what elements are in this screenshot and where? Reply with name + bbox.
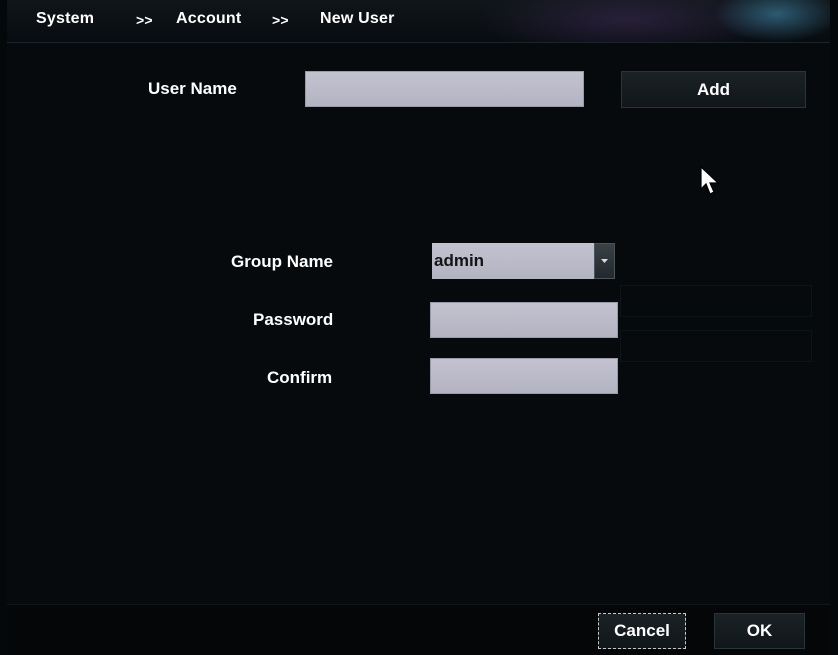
ok-button-label: OK: [746, 621, 773, 640]
background-panel: [620, 330, 812, 362]
password-input[interactable]: [430, 302, 618, 338]
title-bar: System >> Account >> New User: [7, 0, 830, 43]
confirm-label: Confirm: [267, 368, 333, 387]
breadcrumb-system[interactable]: System: [36, 10, 94, 28]
mouse-cursor-icon: [700, 166, 720, 195]
breadcrumb-account[interactable]: Account: [176, 10, 241, 28]
background-panel: [620, 285, 812, 317]
ok-button[interactable]: OK: [714, 613, 805, 649]
breadcrumb-new-user: New User: [320, 10, 395, 27]
group-name-label: Group Name: [231, 252, 334, 271]
group-name-value[interactable]: admin: [432, 243, 594, 279]
user-name-input[interactable]: [305, 71, 584, 107]
cancel-button-label: Cancel: [614, 621, 670, 640]
password-label: Password: [253, 310, 334, 329]
dropdown-arrow[interactable]: [594, 243, 615, 279]
footer-bar: [7, 604, 830, 655]
add-button[interactable]: Add: [621, 71, 806, 108]
add-button-label: Add: [696, 79, 731, 99]
user-name-label: User Name: [148, 79, 237, 98]
confirm-input[interactable]: [430, 358, 618, 394]
chevron-down-icon: [601, 258, 608, 263]
cancel-button[interactable]: Cancel: [598, 613, 686, 649]
breadcrumb-separator: >>: [136, 12, 153, 28]
breadcrumb-separator: >>: [272, 12, 289, 28]
